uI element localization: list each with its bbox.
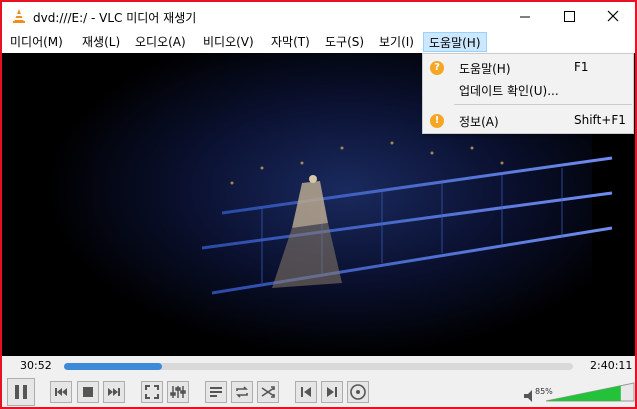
loop-button[interactable] — [231, 381, 253, 403]
equalizer-icon — [170, 386, 186, 398]
fullscreen-icon — [145, 385, 159, 399]
seek-progress-fill — [64, 363, 163, 370]
menu-video[interactable]: 비디오(V) — [198, 32, 259, 52]
help-menu-item-update[interactable]: 업데이트 확인(U)... — [423, 79, 633, 101]
stop-button[interactable] — [77, 381, 99, 403]
menu-audio[interactable]: 오디오(A) — [130, 32, 191, 52]
menu-tools[interactable]: 도구(S) — [320, 32, 369, 52]
vlc-cone-icon — [13, 9, 25, 23]
skip-forward-icon — [108, 388, 120, 396]
maximize-button[interactable] — [547, 2, 591, 31]
shuffle-button[interactable] — [257, 381, 279, 403]
pause-icon — [15, 385, 27, 399]
menu-playback[interactable]: 재생(L) — [77, 32, 125, 52]
disc-icon — [350, 384, 366, 400]
repeat-icon — [236, 386, 248, 398]
seek-bar[interactable] — [64, 363, 573, 370]
help-menu-item-label: 정보(A) — [459, 115, 499, 129]
skip-back-icon — [55, 388, 67, 396]
menu-help[interactable]: 도움말(H) — [423, 32, 487, 52]
help-menu-item-label: 업데이트 확인(U)... — [459, 84, 559, 98]
minimize-icon — [520, 16, 530, 18]
playlist-icon — [210, 387, 222, 397]
next-icon — [327, 387, 337, 397]
menu-view[interactable]: 보기(I) — [374, 32, 419, 52]
menu-bar: 미디어(M) 재생(L) 오디오(A) 비디오(V) 자막(T) 도구(S) 보… — [2, 31, 635, 53]
help-menu-item-label: 도움말(H) — [459, 62, 511, 76]
vlc-window: dvd:///E:/ - VLC 미디어 재생기 미디어(M) 재생(L) 오디… — [0, 0, 637, 409]
close-icon — [607, 10, 619, 22]
shuffle-icon — [261, 386, 275, 398]
disc-menu-button[interactable] — [347, 381, 369, 403]
close-button[interactable] — [591, 2, 635, 31]
help-icon: ? — [430, 61, 444, 75]
volume-level-label: 85% — [535, 387, 553, 396]
menu-separator — [454, 104, 632, 105]
pause-button[interactable] — [7, 378, 35, 406]
menu-media[interactable]: 미디어(M) — [5, 32, 68, 52]
stop-icon — [83, 387, 93, 397]
minimize-button[interactable] — [503, 2, 547, 31]
fullscreen-button[interactable] — [141, 381, 163, 403]
maximize-icon — [564, 11, 575, 22]
previous-chapter-button[interactable] — [50, 381, 72, 403]
volume-slider[interactable] — [544, 381, 636, 403]
info-icon: ! — [430, 114, 444, 128]
playlist-button[interactable] — [205, 381, 227, 403]
help-menu-item-help[interactable]: ? 도움말(H) F1 — [423, 57, 633, 79]
total-time: 2:40:11 — [590, 359, 633, 372]
extended-settings-button[interactable] — [167, 381, 189, 403]
seek-row: 30:52 2:40:11 — [2, 356, 635, 377]
previous-icon — [301, 387, 311, 397]
next-chapter-button[interactable] — [103, 381, 125, 403]
elapsed-time: 30:52 — [20, 359, 52, 372]
next-frame-button[interactable] — [321, 381, 343, 403]
help-menu-item-about[interactable]: ! 정보(A) Shift+F1 — [423, 110, 633, 132]
title-bar[interactable]: dvd:///E:/ - VLC 미디어 재생기 — [2, 2, 635, 31]
control-bar: 85% — [2, 377, 635, 407]
menu-subtitle[interactable]: 자막(T) — [266, 32, 315, 52]
window-title: dvd:///E:/ - VLC 미디어 재생기 — [33, 11, 197, 25]
help-menu-item-shortcut: Shift+F1 — [574, 113, 626, 127]
help-menu-item-shortcut: F1 — [574, 60, 589, 74]
help-menu-dropdown: ? 도움말(H) F1 업데이트 확인(U)... ! 정보(A) Shift+… — [422, 53, 634, 134]
previous-frame-button[interactable] — [295, 381, 317, 403]
